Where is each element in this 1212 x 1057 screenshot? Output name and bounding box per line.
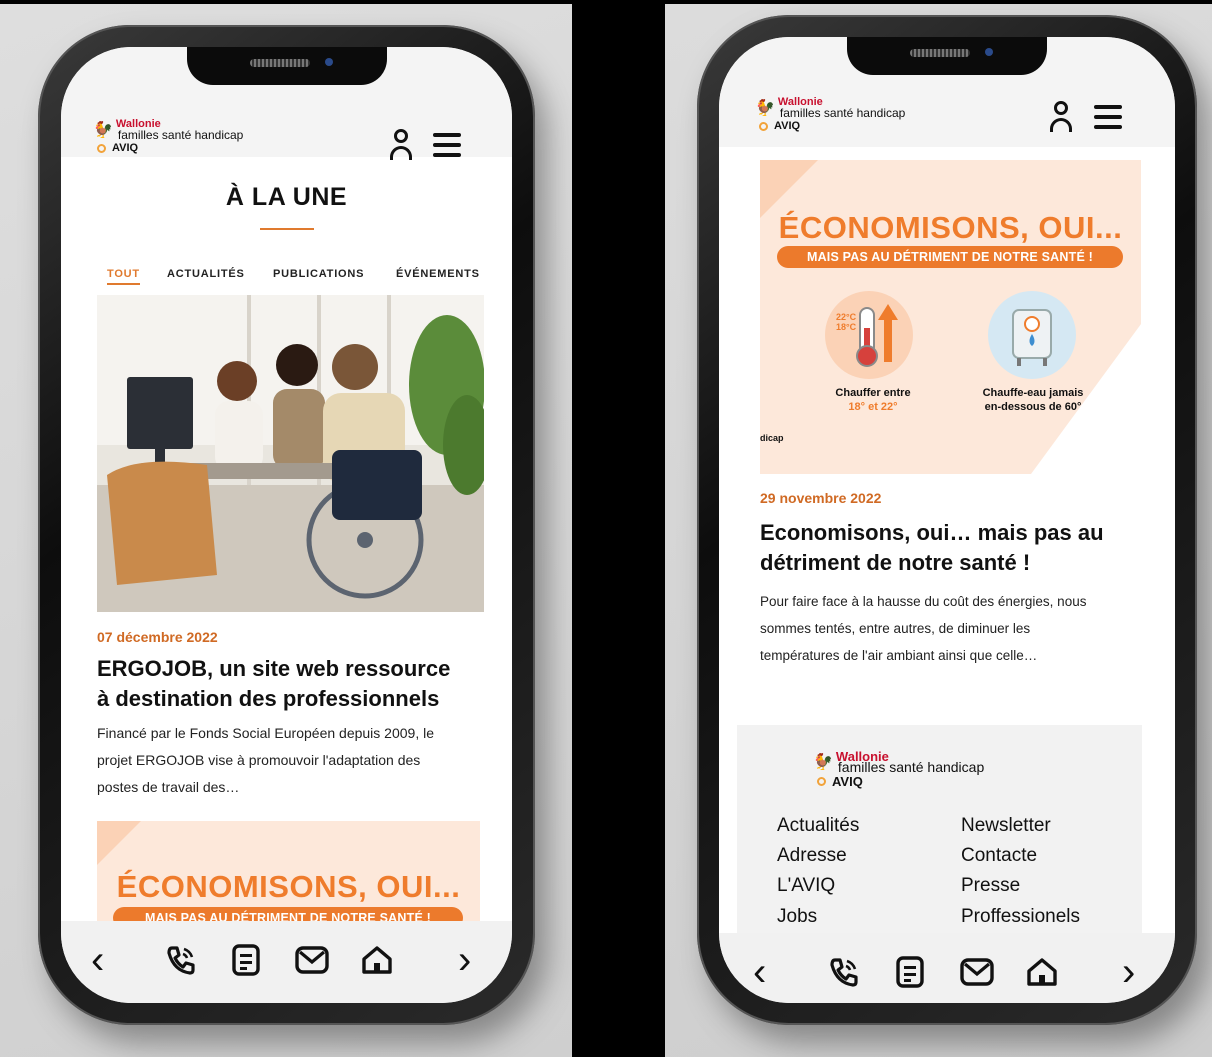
logo-subtitle: familles santé handicap — [837, 759, 985, 775]
excerpt-line: Pour faire face à la hausse du coût des … — [760, 594, 1087, 609]
tab-publications[interactable]: PUBLICATIONS — [273, 268, 364, 280]
promo-title: ÉCONOMISONS, OUI... — [778, 210, 1123, 245]
filter-tabs: TOUT ACTUALITÉS PUBLICATIONS ÉVÉNEMENTS — [107, 268, 502, 288]
temp-label: 18°C — [836, 322, 857, 332]
title-underline — [260, 228, 314, 230]
article-title[interactable]: ERGOJOB, un site web ressource à destina… — [97, 654, 450, 714]
article-title-line: Economisons, oui… mais pas au — [760, 520, 1104, 545]
phone-notch — [186, 47, 387, 85]
article-title[interactable]: Economisons, oui… mais pas au détriment … — [760, 518, 1104, 578]
phone-mockup-right: 🐓 Wallonie familles santé handicap AVIQ — [697, 15, 1197, 1025]
brand-logo[interactable]: 🐓 Wallonie familles santé handicap AVIQ — [93, 119, 244, 155]
aviq-icon — [97, 143, 106, 153]
excerpt-line: températures de l'air ambiant ainsi que … — [760, 648, 1038, 663]
footer-link-presse[interactable]: Presse — [961, 875, 1020, 897]
mail-icon[interactable] — [294, 943, 330, 977]
document-icon[interactable] — [895, 955, 925, 989]
footer-link-newsletter[interactable]: Newsletter — [961, 815, 1051, 837]
rooster-icon: 🐓 — [93, 121, 113, 139]
front-camera — [985, 48, 993, 56]
footer-link-jobs[interactable]: Jobs — [777, 906, 817, 928]
article-title-line: à destination des professionnels — [97, 686, 440, 711]
phone-icon[interactable] — [164, 943, 198, 977]
bottom-navigation: ‹ › — [719, 933, 1175, 1003]
temperature-labels: 22°C 18°C — [836, 312, 856, 332]
brand-logo[interactable]: 🐓 Wallonie familles santé handicap AVIQ — [755, 97, 906, 133]
promo-subtitle: MAIS PAS AU DÉTRIMENT DE NOTRE SANTÉ ! — [777, 246, 1123, 268]
mail-icon[interactable] — [959, 955, 995, 989]
promo-banner[interactable]: ÉCONOMISONS, OUI... MAIS PAS AU DÉTRIMEN… — [760, 160, 1141, 474]
phone-notch — [847, 37, 1047, 75]
bottom-navigation: ‹ › — [61, 921, 512, 1003]
section-title: À LA UNE — [225, 183, 348, 211]
phone-screen-right: 🐓 Wallonie familles santé handicap AVIQ — [719, 37, 1175, 1003]
phone-icon[interactable] — [827, 955, 861, 989]
aviq-icon — [817, 777, 826, 786]
app-header: 🐓 Wallonie familles santé handicap AVIQ — [61, 47, 512, 160]
footer-logo[interactable]: 🐓 Wallonie familles santé handicap AVIQ — [813, 750, 985, 789]
tip-heating: Chauffer entre 18° et 22° — [818, 386, 928, 414]
speaker-grille — [910, 49, 970, 57]
logo-aviq: AVIQ — [112, 142, 139, 154]
aviq-icon — [759, 121, 768, 131]
tip-water-heater-line: Chauffe-eau jamais — [982, 387, 1084, 399]
article-excerpt: Financé par le Fonds Social Européen dep… — [97, 720, 434, 801]
excerpt-line: Financé par le Fonds Social Européen dep… — [97, 725, 434, 741]
tip-heating-line: Chauffer entre — [835, 387, 911, 399]
chevron-right-icon[interactable]: › — [1122, 952, 1135, 992]
temp-label: 22°C — [836, 312, 857, 322]
tab-evenements[interactable]: ÉVÉNEMENTS — [396, 268, 480, 280]
article-title-line: ERGOJOB, un site web ressource — [97, 656, 451, 681]
rooster-icon: 🐓 — [813, 753, 833, 771]
app-header: 🐓 Wallonie familles santé handicap AVIQ — [719, 37, 1175, 147]
article-date: 29 novembre 2022 — [760, 490, 882, 506]
user-account-icon[interactable] — [1050, 101, 1072, 135]
logo-subtitle: familles santé handicap — [117, 128, 244, 142]
water-heater-icon — [988, 291, 1076, 379]
site-footer: 🐓 Wallonie familles santé handicap AVIQ … — [737, 725, 1142, 965]
phone-screen-left: 🐓 Wallonie familles santé handicap AVIQ … — [61, 47, 512, 1003]
hamburger-menu-icon[interactable] — [1094, 105, 1122, 129]
article-date: 07 décembre 2022 — [97, 629, 218, 645]
user-account-icon[interactable] — [390, 129, 412, 163]
chevron-left-icon[interactable]: ‹ — [91, 940, 104, 980]
footer-link-aviq[interactable]: L'AVIQ — [777, 875, 835, 897]
front-camera — [324, 58, 333, 66]
office-photo-illustration — [97, 295, 484, 612]
promo-corner — [97, 821, 141, 865]
promo-cropped-text: dicap — [760, 433, 784, 443]
home-icon[interactable] — [1024, 955, 1060, 989]
logo-aviq: AVIQ — [774, 120, 801, 132]
tip-water-heater: Chauffe-eau jamais en-dessous de 60° — [970, 386, 1096, 414]
tab-actualites[interactable]: ACTUALITÉS — [167, 268, 245, 280]
speaker-grille — [249, 59, 310, 67]
tab-tout[interactable]: TOUT — [107, 268, 140, 285]
tip-water-heater-line: en-dessous de 60° — [984, 401, 1082, 413]
footer-link-actualites[interactable]: Actualités — [777, 815, 859, 837]
thermometer-icon — [825, 291, 913, 379]
article-excerpt: Pour faire face à la hausse du coût des … — [760, 588, 1086, 669]
excerpt-line: postes de travail des… — [97, 779, 240, 795]
logo-aviq: AVIQ — [832, 774, 863, 789]
tip-heating-range: 18° et 22° — [848, 401, 898, 413]
article-photo[interactable] — [97, 295, 484, 612]
excerpt-line: sommes tentés, entre autres, de diminuer… — [760, 621, 1031, 636]
chevron-left-icon[interactable]: ‹ — [753, 952, 766, 992]
phone-mockup-left: 🐓 Wallonie familles santé handicap AVIQ … — [38, 25, 535, 1025]
logo-subtitle: familles santé handicap — [779, 106, 906, 120]
footer-link-professionnels[interactable]: Proffessionels — [961, 906, 1080, 928]
footer-link-adresse[interactable]: Adresse — [777, 845, 847, 867]
article-title-line: détriment de notre santé ! — [760, 550, 1031, 575]
rooster-icon: 🐓 — [755, 99, 775, 117]
footer-link-contacte[interactable]: Contacte — [961, 845, 1037, 867]
chevron-right-icon[interactable]: › — [458, 940, 471, 980]
excerpt-line: projet ERGOJOB vise à promouvoir l'adapt… — [97, 752, 421, 768]
document-icon[interactable] — [231, 943, 261, 977]
promo-title: ÉCONOMISONS, OUI... — [116, 869, 461, 904]
home-icon[interactable] — [359, 943, 395, 977]
hamburger-menu-icon[interactable] — [433, 133, 461, 157]
